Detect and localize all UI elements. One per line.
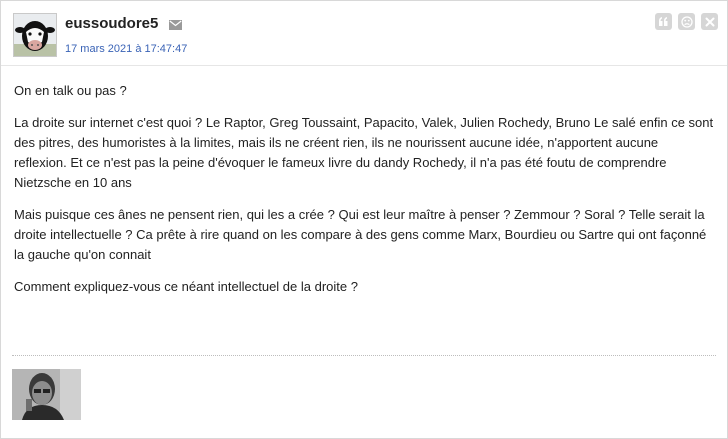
post-paragraph: Comment expliquez-vous ce néant intellec…: [14, 279, 358, 294]
author-avatar[interactable]: [13, 13, 57, 57]
post-paragraph: On en talk ou pas ?: [14, 83, 127, 98]
forum-post: eussoudore5 17 mars 2021 à 17:47:47 On e…: [0, 0, 728, 439]
delete-button[interactable]: [701, 13, 718, 30]
post-content: On en talk ou pas ? La droite sur intern…: [14, 81, 714, 309]
post-header: eussoudore5 17 mars 2021 à 17:47:47: [1, 1, 727, 66]
signature-image: [12, 369, 81, 420]
signature-photo: [12, 369, 81, 420]
author-name[interactable]: eussoudore5: [65, 15, 158, 32]
signature-divider: [12, 355, 716, 356]
quote-icon: [659, 17, 668, 26]
post-paragraph: La droite sur internet c'est quoi ? Le R…: [14, 115, 714, 190]
post-paragraph: Mais puisque ces ânes ne pensent rien, q…: [14, 207, 707, 262]
post-date-link[interactable]: 17 mars 2021 à 17:47:47: [65, 43, 187, 55]
post-actions: [655, 13, 718, 30]
delete-icon: [705, 17, 714, 26]
mail-icon[interactable]: [169, 20, 182, 30]
quote-button[interactable]: [655, 13, 672, 30]
report-button[interactable]: [678, 13, 695, 30]
cow-avatar-image: [14, 14, 56, 56]
sad-face-icon: [680, 15, 693, 28]
